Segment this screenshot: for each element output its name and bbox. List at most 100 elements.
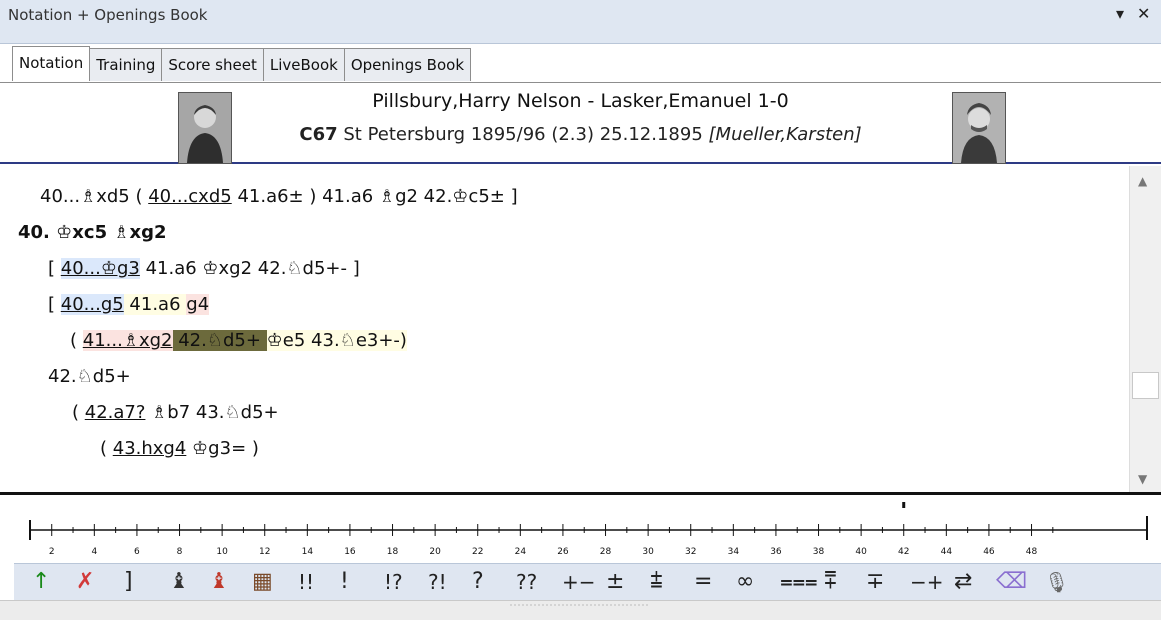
scroll-up-icon[interactable]: ▲ bbox=[1138, 174, 1147, 188]
variation-move[interactable]: 41...♗xg2 bbox=[82, 330, 173, 351]
close-icon[interactable]: ✕ bbox=[1137, 4, 1150, 23]
timeline-label: 38 bbox=[813, 547, 825, 557]
annotator: [Mueller,Karsten] bbox=[708, 124, 862, 145]
scroll-down-icon[interactable]: ▼ bbox=[1138, 472, 1147, 486]
move-text[interactable]: 40...♗xd5 ( bbox=[40, 186, 142, 207]
bracket-icon[interactable]: ] bbox=[124, 564, 133, 600]
white-better[interactable]: ± bbox=[606, 564, 624, 600]
timeline-label: 34 bbox=[728, 547, 740, 557]
bracket: [ bbox=[48, 258, 61, 279]
variation-move[interactable]: 40...g5 bbox=[60, 294, 124, 315]
timeline-label: 14 bbox=[302, 547, 314, 557]
tab-notation[interactable]: Notation bbox=[12, 46, 91, 81]
move-timeline[interactable]: 2 4 6 8 10 12 14 16 18 20 22 24 26 28 30 32 34 36 38 40 42 44… bbox=[0, 500, 1161, 560]
notation-line: [ 40...g5 41.a6 g4 bbox=[48, 294, 210, 315]
timeline-label: 10 bbox=[216, 547, 228, 557]
notation-line: ( 42.a7? ♗b7 43.♘d5+ bbox=[72, 402, 279, 423]
timeline-label: 32 bbox=[685, 547, 696, 557]
move-text[interactable]: 41.a6 bbox=[123, 294, 187, 315]
delete-icon[interactable]: ✗ bbox=[76, 564, 94, 600]
event-info: St Petersburg 1895/96 (2.3) 25.12.1895 bbox=[343, 124, 703, 145]
timeline-label: 28 bbox=[600, 547, 612, 557]
paren: ( bbox=[70, 330, 83, 351]
move-text[interactable]: 41.a6± ) 41.a6 ♗g2 42.♔c5± ] bbox=[232, 186, 517, 207]
game-info: C67 St Petersburg 1895/96 (2.3) 25.12.18… bbox=[0, 124, 1161, 145]
notation-line: 40...♗xd5 ( 40...cxd5 41.a6± ) 41.a6 ♗g2… bbox=[40, 186, 518, 207]
tab-livebook[interactable]: LiveBook bbox=[262, 48, 345, 81]
annotation-toolbar: ↑ ✗] ♝ ♝ ▦!!!!??!??? +− ± ⩲ = ∞ ⩶ ⩱ ∓ −+ ⇄ ⌫ 🎙 bbox=[14, 563, 1161, 600]
white-piece-icon[interactable]: ♝ bbox=[169, 564, 189, 600]
window-title: Notation + Openings Book bbox=[8, 6, 208, 24]
promote-variation-icon[interactable]: ↑ bbox=[32, 564, 50, 600]
tab-score-sheet[interactable]: Score sheet bbox=[161, 48, 264, 81]
white-winning[interactable]: +− bbox=[562, 564, 596, 600]
players-result: Pillsbury,Harry Nelson - Lasker,Emanuel … bbox=[372, 90, 789, 112]
black-piece-icon[interactable]: ♝ bbox=[209, 564, 229, 600]
timeline-label: 12 bbox=[259, 547, 270, 557]
timeline-label: 42 bbox=[898, 547, 909, 557]
black-slightly-better[interactable]: ⩱ bbox=[824, 564, 837, 600]
mainline-line: 40. ♔xc5 ♗xg2 bbox=[18, 222, 167, 243]
microphone-icon[interactable]: 🎙 bbox=[1044, 564, 1069, 600]
interesting-move[interactable]: !? bbox=[384, 564, 403, 600]
timeline-label: 2 bbox=[49, 547, 55, 557]
variation-move[interactable]: 43.hxg4 bbox=[113, 438, 187, 459]
tab-training[interactable]: Training bbox=[89, 48, 163, 81]
notation-line: ( 43.hxg4 ♔g3= ) bbox=[100, 438, 259, 459]
window-titlebar: Notation + Openings Book ▾ ✕ bbox=[0, 0, 1161, 44]
brilliant-move[interactable]: !! bbox=[298, 564, 314, 600]
timeline-label: 44 bbox=[941, 547, 953, 557]
timeline-label: 24 bbox=[515, 547, 527, 557]
scroll-thumb[interactable] bbox=[1132, 372, 1159, 399]
vertical-scrollbar[interactable]: ▲ ▼ bbox=[1129, 166, 1161, 492]
mistake[interactable]: ? bbox=[472, 564, 484, 600]
black-winning[interactable]: −+ bbox=[910, 564, 944, 600]
notation-line: [ 40...♔g3 41.a6 ♔xg2 42.♘d5+- ] bbox=[48, 258, 360, 279]
with-compensation[interactable]: ⩶ bbox=[780, 564, 818, 600]
timeline-label: 20 bbox=[429, 547, 441, 557]
variation-move[interactable]: 40...♔g3 bbox=[60, 258, 140, 279]
notation-pane[interactable]: 40...♗xd5 ( 40...cxd5 41.a6± ) 41.a6 ♗g2… bbox=[0, 166, 1128, 492]
game-header: Pillsbury,Harry Nelson - Lasker,Emanuel … bbox=[0, 84, 1161, 164]
timeline-label: 8 bbox=[177, 547, 183, 557]
notation-line: ( 41...♗xg2 42.♘d5+ ♔e5 43.♘e3+-) bbox=[70, 330, 407, 351]
counterplay[interactable]: ⇄ bbox=[954, 564, 972, 600]
timeline-svg: 2 4 6 8 10 12 14 16 18 20 22 24 26 28 30 32 34 36 38 40 42 44… bbox=[29, 502, 1148, 557]
menu-arrow-icon[interactable]: ▾ bbox=[1116, 4, 1124, 23]
unclear[interactable]: ∞ bbox=[736, 564, 754, 600]
dubious-move[interactable]: ?! bbox=[428, 564, 447, 600]
timeline-label: 26 bbox=[557, 547, 569, 557]
bracket: [ bbox=[48, 294, 61, 315]
paren: ( bbox=[72, 402, 85, 423]
status-bar bbox=[0, 600, 1161, 620]
timeline-label: 18 bbox=[387, 547, 399, 557]
eraser-icon[interactable]: ⌫ bbox=[996, 564, 1027, 600]
move-number: 40. bbox=[18, 222, 50, 243]
tab-openings-book[interactable]: Openings Book bbox=[343, 48, 472, 81]
blunder[interactable]: ?? bbox=[516, 564, 537, 600]
variation-move[interactable]: 40...cxd5 bbox=[148, 186, 232, 207]
move-text[interactable]: ♗b7 43.♘d5+ bbox=[145, 402, 278, 423]
good-move[interactable]: ! bbox=[340, 564, 349, 600]
move-text[interactable]: ♔e5 43.♘e3+-) bbox=[266, 330, 407, 351]
pane-divider bbox=[0, 492, 1161, 495]
board-diagram-icon[interactable]: ▦ bbox=[252, 564, 273, 600]
variation-move[interactable]: 42.a7? bbox=[85, 402, 146, 423]
timeline-label: 16 bbox=[344, 547, 356, 557]
current-move[interactable]: 42.♘d5+ bbox=[172, 330, 267, 351]
move-text[interactable]: g4 bbox=[186, 294, 210, 315]
black-better[interactable]: ∓ bbox=[866, 564, 884, 600]
move-text[interactable]: 42.♘d5+ bbox=[48, 366, 131, 387]
equal[interactable]: = bbox=[694, 564, 712, 600]
move-text[interactable]: 41.a6 ♔xg2 42.♘d5+- ] bbox=[140, 258, 360, 279]
timeline-label: 46 bbox=[983, 547, 995, 557]
white-slightly-better[interactable]: ⩲ bbox=[650, 564, 663, 600]
timeline-label: 36 bbox=[770, 547, 782, 557]
eco-code: C67 bbox=[299, 124, 338, 145]
paren: ( bbox=[100, 438, 113, 459]
tabs-divider bbox=[0, 82, 1161, 83]
timeline-label: 6 bbox=[134, 547, 140, 557]
mainline-move[interactable]: ♔xc5 ♗xg2 bbox=[56, 222, 166, 243]
resize-grip[interactable] bbox=[0, 601, 1161, 620]
move-text[interactable]: ♔g3= ) bbox=[186, 438, 259, 459]
